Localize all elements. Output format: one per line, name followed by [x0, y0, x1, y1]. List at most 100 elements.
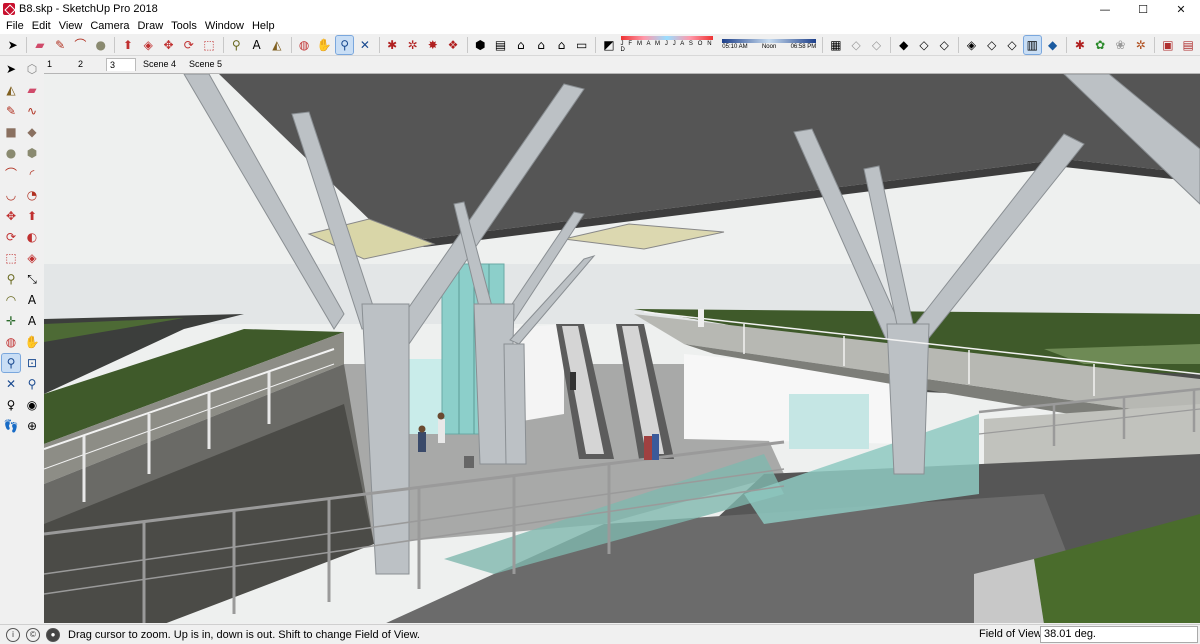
- circle-tool[interactable]: ●: [2, 144, 20, 162]
- move-tool[interactable]: ✥: [2, 207, 20, 225]
- look-around-tool[interactable]: ◉: [23, 396, 41, 414]
- shaded-button[interactable]: ◇: [915, 36, 932, 54]
- pie-tool[interactable]: ◔: [23, 186, 41, 204]
- minimize-button[interactable]: —: [1086, 0, 1124, 18]
- measurements-box[interactable]: 38.01 deg.: [1040, 626, 1198, 643]
- back-edges-button[interactable]: ◇: [848, 36, 865, 54]
- style-button-1[interactable]: ◇: [983, 36, 1000, 54]
- menu-view[interactable]: View: [55, 18, 87, 34]
- zoom-window-tool[interactable]: ⊡: [23, 354, 41, 372]
- zoom-extents-button[interactable]: ✕: [356, 36, 373, 54]
- close-button[interactable]: ✕: [1162, 0, 1200, 18]
- menu-draw[interactable]: Draw: [133, 18, 167, 34]
- push-pull-tool[interactable]: ⬆: [23, 207, 41, 225]
- shadow-date-slider[interactable]: J F M A M J J A S O N D: [620, 36, 719, 54]
- zoom-extents-tool[interactable]: ✕: [2, 375, 20, 393]
- orbit-tool-button[interactable]: ◍: [295, 36, 312, 54]
- follow-me-tool[interactable]: ◐: [23, 228, 41, 246]
- extension-manager-button[interactable]: ❖: [444, 36, 461, 54]
- view-right-button[interactable]: ⌂: [532, 36, 549, 54]
- make-component-tool[interactable]: ⬡: [23, 60, 41, 78]
- wireframe-button[interactable]: ◇: [868, 36, 885, 54]
- shadow-time-track[interactable]: [722, 39, 817, 43]
- walk-tool[interactable]: 👣: [2, 417, 20, 435]
- axes-tool[interactable]: ✛: [2, 312, 20, 330]
- select-tool[interactable]: ➤: [2, 60, 20, 78]
- zoom-tool[interactable]: ⚲: [1, 352, 21, 373]
- plugin-button-6[interactable]: ▤: [1180, 36, 1197, 54]
- scene-tab-3[interactable]: 3: [106, 58, 136, 71]
- style-button-4[interactable]: ◆: [1044, 36, 1061, 54]
- extension-warehouse-button[interactable]: ✲: [404, 36, 421, 54]
- position-camera-tool[interactable]: ♀: [2, 396, 20, 414]
- plugin-button-1[interactable]: ✱: [1071, 36, 1088, 54]
- scale-tool[interactable]: ⬚: [2, 249, 20, 267]
- scene-tab-2[interactable]: 2: [75, 58, 105, 71]
- eraser-tool[interactable]: ▰: [23, 81, 41, 99]
- arc-tool[interactable]: ⌒: [2, 165, 20, 183]
- eraser-tool-button[interactable]: ▰: [31, 36, 48, 54]
- warehouse-button[interactable]: ✱: [384, 36, 401, 54]
- plugin-button-4[interactable]: ✲: [1132, 36, 1149, 54]
- tape-measure-tool[interactable]: ⚲: [2, 270, 20, 288]
- zoom-tool-button[interactable]: ⚲: [335, 34, 355, 55]
- view-back-button[interactable]: ⌂: [553, 36, 570, 54]
- offset-tool-button[interactable]: ◈: [140, 36, 157, 54]
- plugin-button-2[interactable]: ✿: [1091, 36, 1108, 54]
- freehand-tool[interactable]: ∿: [23, 102, 41, 120]
- line-tool[interactable]: ✎: [2, 102, 20, 120]
- model-viewport[interactable]: [44, 73, 1200, 623]
- tape-measure-button[interactable]: ⚲: [228, 36, 245, 54]
- shadow-time-slider[interactable]: 05:10 AM Noon 06:58 PM: [722, 39, 817, 50]
- orbit-tool[interactable]: ◍: [2, 333, 20, 351]
- view-iso-button[interactable]: ⬢: [472, 36, 489, 54]
- text-tool-button[interactable]: A: [248, 36, 265, 54]
- line-tool-button[interactable]: ✎: [52, 36, 69, 54]
- push-pull-tool-button[interactable]: ⬆: [119, 36, 136, 54]
- style-button-3[interactable]: ▥: [1022, 34, 1042, 55]
- menu-edit[interactable]: Edit: [28, 18, 55, 34]
- maximize-button[interactable]: ☐: [1124, 0, 1162, 18]
- plugin-button-3[interactable]: ❀: [1112, 36, 1129, 54]
- hidden-line-button[interactable]: ◆: [895, 36, 912, 54]
- view-front-button[interactable]: ⌂: [512, 36, 529, 54]
- shadows-toggle-button[interactable]: ◩: [600, 36, 617, 54]
- rotated-rectangle-tool[interactable]: ◆: [23, 123, 41, 141]
- monochrome-button[interactable]: ◈: [963, 36, 980, 54]
- plugin-button-5[interactable]: ▣: [1159, 36, 1176, 54]
- menu-help[interactable]: Help: [248, 18, 279, 34]
- pan-tool-button[interactable]: ✋: [316, 36, 333, 54]
- paint-bucket-button[interactable]: ◭: [268, 36, 285, 54]
- view-left-button[interactable]: ▭: [573, 36, 590, 54]
- three-point-arc-tool[interactable]: ◡: [2, 186, 20, 204]
- polygon-tool[interactable]: ⬢: [23, 144, 41, 162]
- text-tool[interactable]: A: [23, 291, 41, 309]
- offset-tool[interactable]: ◈: [23, 249, 41, 267]
- dimension-tool[interactable]: ⤡: [23, 270, 41, 288]
- shape-tool-button[interactable]: ●: [92, 36, 109, 54]
- section-plane-tool[interactable]: ⊕: [23, 417, 41, 435]
- arc-tool-button[interactable]: ⌒: [72, 36, 89, 54]
- scene-tab-5[interactable]: Scene 5: [183, 58, 228, 71]
- protractor-tool[interactable]: ◠: [2, 291, 20, 309]
- geo-location-icon[interactable]: i: [6, 627, 20, 642]
- rectangle-tool[interactable]: ■: [2, 123, 20, 141]
- pan-tool[interactable]: ✋: [23, 333, 41, 351]
- paint-bucket-tool[interactable]: ◭: [2, 81, 20, 99]
- move-tool-button[interactable]: ✥: [160, 36, 177, 54]
- user-account-icon[interactable]: ●: [46, 627, 60, 642]
- select-tool-button[interactable]: ➤: [4, 36, 21, 54]
- shaded-textures-button[interactable]: ◇: [936, 36, 953, 54]
- scene-tab-1[interactable]: 1: [44, 58, 74, 71]
- menu-camera[interactable]: Camera: [86, 18, 133, 34]
- previous-view-tool[interactable]: ⚲: [23, 375, 41, 393]
- scale-tool-button[interactable]: ⬚: [200, 36, 217, 54]
- xray-button[interactable]: ▦: [827, 36, 844, 54]
- style-button-2[interactable]: ◇: [1003, 36, 1020, 54]
- menu-tools[interactable]: Tools: [167, 18, 201, 34]
- send-to-layout-button[interactable]: ✸: [424, 36, 441, 54]
- rotate-tool-button[interactable]: ⟳: [180, 36, 197, 54]
- menu-file[interactable]: File: [2, 18, 28, 34]
- rotate-tool[interactable]: ⟳: [2, 228, 20, 246]
- two-point-arc-tool[interactable]: ◜: [23, 165, 41, 183]
